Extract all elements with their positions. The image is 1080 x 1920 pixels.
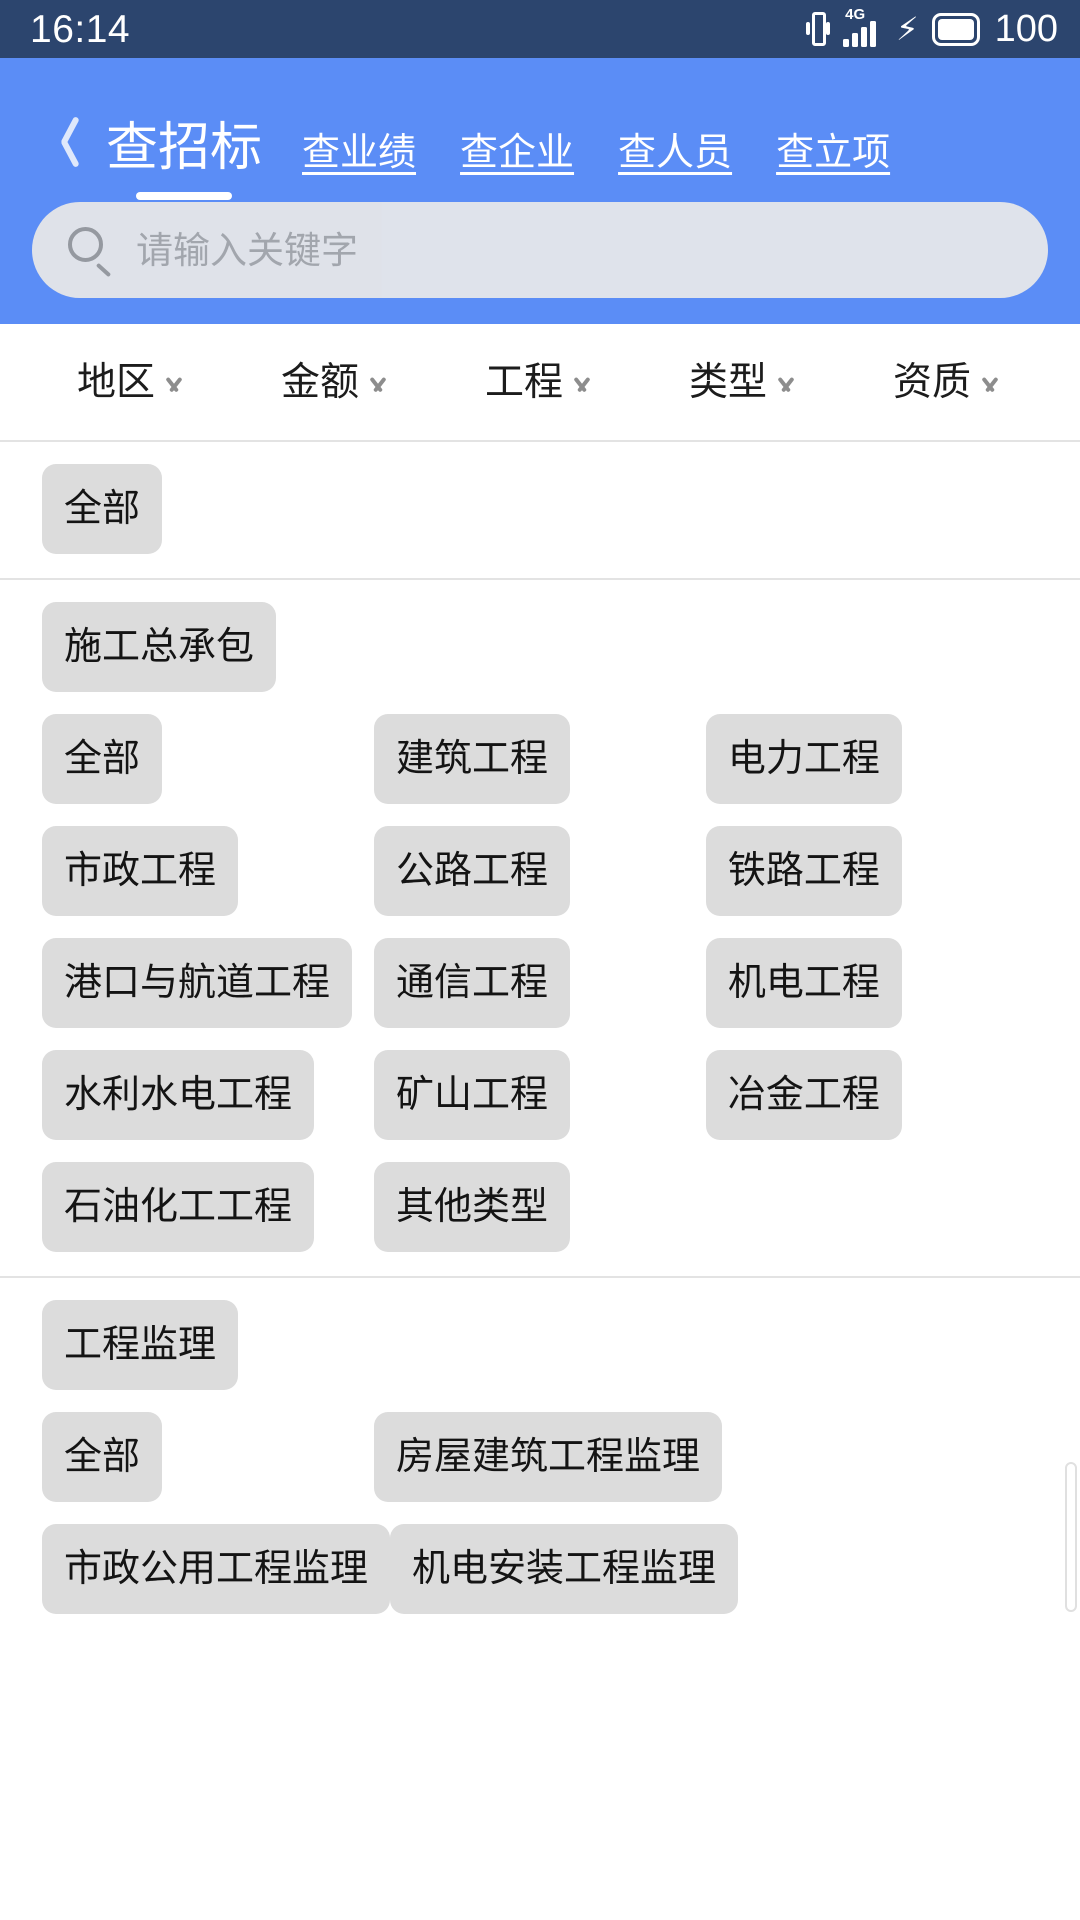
tab-cha-ren-yuan[interactable]: 查人员 (618, 134, 732, 178)
filter-chip[interactable]: 市政工程 (42, 826, 239, 916)
tab-label: 查招标 (106, 119, 263, 177)
chevron-down-icon (161, 377, 187, 393)
back-chevron-icon[interactable] (34, 108, 96, 170)
app-header: 查招标 查业绩 查企业 查人员 查立项 请输入关键字 (0, 58, 1080, 324)
filter-chip[interactable]: 其他类型 (373, 1162, 570, 1252)
chip-cell: 石油化工工程 (42, 1162, 374, 1252)
filter-chip[interactable]: 市政公用工程监理 (42, 1524, 391, 1614)
chip-cell: 房屋建筑工程监理 (373, 1412, 722, 1502)
chip-cell: 工程监理 (42, 1300, 374, 1390)
filter-label: 资质 (892, 360, 971, 404)
filter-label: 地区 (76, 360, 155, 404)
chip-row: 市政公用工程监理 机电安装工程监理 (0, 1524, 1080, 1614)
chip-cell: 公路工程 (373, 826, 706, 916)
app-screen: 16:14 4G ⚡ 100 查招标 查业绩 查企业 查人员 查立项 请输入关键… (0, 0, 1080, 1920)
battery-percent-label: 100 (994, 8, 1058, 50)
chip-row: 全部 建筑工程 电力工程 (0, 714, 1080, 804)
search-icon (68, 227, 114, 278)
chip-cell: 铁路工程 (705, 826, 1038, 916)
filter-section-all: 全部 (0, 442, 1080, 580)
filter-sections: 全部 施工总承包 全部 建筑工程 电力工程 市政工程 公路工程 铁路工程 港口与航道工程 通信工程… (0, 442, 1080, 1638)
filter-region[interactable]: 地区 (30, 363, 234, 402)
status-indicators: 4G ⚡ 100 (806, 7, 1058, 50)
filter-chip[interactable]: 公路工程 (373, 826, 570, 916)
chevron-down-icon (977, 377, 1003, 393)
network-type-label: 4G (845, 6, 866, 23)
filter-chip[interactable]: 铁路工程 (705, 826, 902, 916)
filter-type[interactable]: 类型 (642, 363, 846, 402)
chip-cell: 矿山工程 (373, 1050, 706, 1140)
filter-chip[interactable]: 矿山工程 (373, 1050, 570, 1140)
filter-qualification[interactable]: 资质 (846, 363, 1050, 402)
tab-cha-zhao-biao[interactable]: 查招标 (106, 119, 263, 200)
chip-row: 全部 房屋建筑工程监理 (0, 1412, 1080, 1502)
chip-row: 市政工程 公路工程 铁路工程 (0, 826, 1080, 916)
filter-options-panel: 全部 施工总承包 全部 建筑工程 电力工程 市政工程 公路工程 铁路工程 港口与航道工程 通信工程… (0, 442, 1080, 1638)
filter-chip[interactable]: 机电工程 (705, 938, 902, 1028)
vibrate-icon (806, 12, 831, 46)
chevron-down-icon (773, 377, 799, 393)
filter-chip[interactable]: 全部 (42, 714, 163, 804)
chip-cell: 通信工程 (373, 938, 706, 1028)
filter-amount[interactable]: 金额 (234, 363, 438, 402)
filter-chip[interactable]: 全部 (42, 1412, 163, 1502)
chip-row: 港口与航道工程 通信工程 机电工程 (0, 938, 1080, 1028)
status-bar: 16:14 4G ⚡ 100 (0, 0, 1080, 58)
signal-4g-icon: 4G (843, 7, 883, 47)
chip-row: 水利水电工程 矿山工程 冶金工程 (0, 1050, 1080, 1140)
chip-cell: 市政工程 (42, 826, 374, 916)
vertical-scrollbar[interactable] (1065, 1462, 1077, 1612)
chip-cell: 机电工程 (705, 938, 1038, 1028)
filter-chip[interactable]: 港口与航道工程 (42, 938, 353, 1028)
tab-cha-li-xiang[interactable]: 查立项 (776, 134, 890, 178)
chip-cell: 全部 (42, 1412, 374, 1502)
filter-chip[interactable]: 电力工程 (705, 714, 902, 804)
chip-cell: 其他类型 (373, 1162, 706, 1252)
filter-chip[interactable]: 水利水电工程 (42, 1050, 315, 1140)
active-tab-indicator (136, 192, 232, 200)
chip-cell: 机电安装工程监理 (390, 1524, 739, 1614)
chip-row: 工程监理 (0, 1300, 1080, 1390)
chip-cell: 电力工程 (705, 714, 1038, 804)
filter-bar: 地区 金额 工程 类型 资质 (0, 324, 1080, 442)
chip-cell: 水利水电工程 (42, 1050, 374, 1140)
filter-chip[interactable]: 冶金工程 (705, 1050, 902, 1140)
chip-cell: 港口与航道工程 (42, 938, 374, 1028)
filter-chip[interactable]: 施工总承包 (42, 602, 277, 692)
chip-row: 全部 (0, 464, 1080, 554)
battery-icon (931, 12, 980, 46)
chevron-down-icon (365, 377, 391, 393)
nav-tab-bar: 查招标 查业绩 查企业 查人员 查立项 (0, 58, 1080, 200)
filter-chip[interactable]: 机电安装工程监理 (390, 1524, 739, 1614)
filter-chip[interactable]: 工程监理 (42, 1300, 239, 1390)
filter-project[interactable]: 工程 (438, 363, 642, 402)
search-placeholder: 请输入关键字 (136, 229, 358, 271)
filter-chip[interactable]: 通信工程 (373, 938, 570, 1028)
filter-section-general-construction-contracting: 施工总承包全部 建筑工程 电力工程市政工程 公路工程 铁路工程港口与航道工程 通信工程 机电… (0, 580, 1080, 1278)
filter-chip[interactable]: 石油化工工程 (42, 1162, 315, 1252)
filter-chip[interactable]: 建筑工程 (373, 714, 570, 804)
chip-cell: 全部 (42, 464, 374, 554)
chevron-down-icon (569, 377, 595, 393)
chip-row: 石油化工工程 其他类型 (0, 1162, 1080, 1252)
charging-bolt-icon: ⚡ (896, 11, 919, 47)
status-time: 16:14 (30, 7, 131, 51)
filter-section-engineering-supervision: 工程监理全部 房屋建筑工程监理市政公用工程监理 机电安装工程监理 (0, 1278, 1080, 1638)
tab-cha-qi-ye[interactable]: 查企业 (460, 134, 574, 178)
tab-cha-ye-ji[interactable]: 查业绩 (302, 134, 416, 178)
chip-cell: 施工总承包 (42, 602, 374, 692)
filter-chip[interactable]: 房屋建筑工程监理 (373, 1412, 722, 1502)
filter-label: 金额 (280, 360, 359, 404)
filter-chip[interactable]: 全部 (42, 464, 163, 554)
chip-cell: 冶金工程 (705, 1050, 1038, 1140)
search-input[interactable]: 请输入关键字 (32, 202, 1048, 298)
chip-cell: 全部 (42, 714, 374, 804)
chip-cell: 建筑工程 (373, 714, 706, 804)
chip-row: 施工总承包 (0, 602, 1080, 692)
chip-cell: 市政公用工程监理 (42, 1524, 391, 1614)
filter-label: 工程 (484, 360, 563, 404)
filter-label: 类型 (688, 360, 767, 404)
